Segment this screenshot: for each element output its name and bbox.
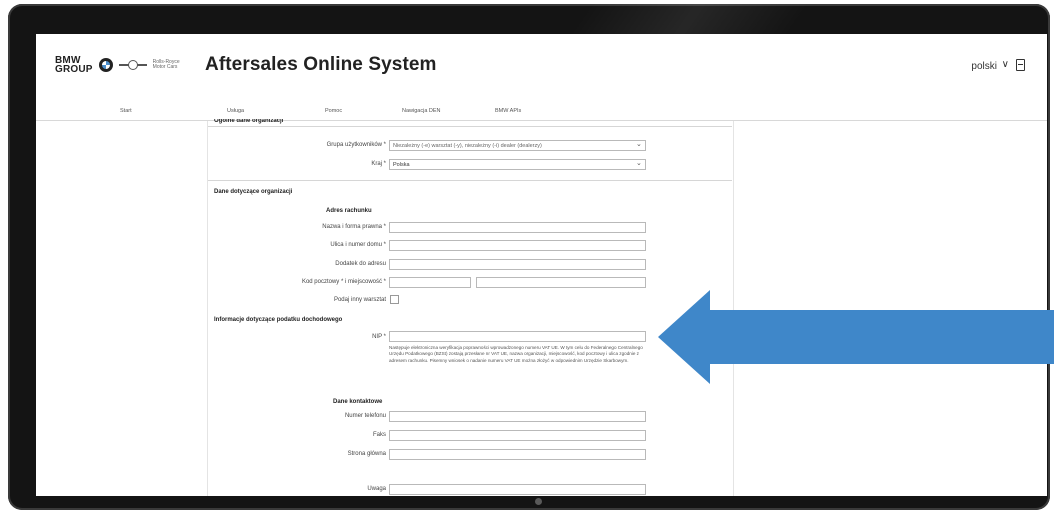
city-input[interactable] [476, 277, 646, 288]
address-extra-input[interactable] [389, 259, 646, 270]
country-label: Kraj * [371, 161, 386, 167]
chevron-down-icon: ⌄ [636, 141, 642, 148]
company-name-input[interactable] [389, 222, 646, 233]
nav-item-bmw-apis[interactable]: BMW APIs [495, 108, 521, 114]
note-input[interactable] [389, 484, 646, 495]
billing-address-heading: Adres rachunku [326, 208, 372, 214]
street-input[interactable] [389, 240, 646, 251]
fax-input[interactable] [389, 430, 646, 441]
country-select[interactable]: Polska [389, 159, 646, 170]
other-workshop-label: Podaj inny warsztat [333, 297, 386, 303]
user-group-select[interactable]: Niezależny (-e) warsztat (-y), niezależn… [389, 140, 646, 151]
address-extra-label: Dodatek do adresu [335, 261, 386, 267]
rolls-royce-logo-icon: Rolls-Royce Motor Cars [152, 59, 180, 70]
phone-input[interactable] [389, 411, 646, 422]
app-title: Aftersales Online System [205, 54, 437, 75]
contact-heading: Dane kontaktowe [333, 399, 383, 405]
webcam-icon [535, 498, 542, 505]
pointer-arrow-icon [658, 290, 1054, 384]
nav-item-service[interactable]: Usługa [227, 108, 244, 114]
organization-section-heading: Dane dotyczące organizacji [214, 189, 293, 195]
chevron-down-icon[interactable]: ∨ [1002, 59, 1009, 70]
bmw-group-logo: BMW GROUP [55, 55, 93, 75]
company-name-label: Nazwa i forma prawna * [322, 224, 386, 230]
column-divider-left [207, 121, 208, 496]
logout-icon[interactable] [1016, 59, 1025, 71]
nip-help-text: Następuje elektroniczna weryfikacja popr… [389, 345, 643, 363]
screen-glare [569, 4, 811, 34]
nav-item-help[interactable]: Pomoc [325, 108, 342, 114]
note-label: Uwaga [367, 486, 386, 492]
brand-logos: BMW GROUP Rolls-Royce Motor Cars [55, 55, 183, 75]
general-section-heading: Ogólne dane organizacji [214, 119, 284, 124]
chevron-down-icon: ⌄ [636, 160, 642, 167]
bmw-roundel-icon [98, 58, 113, 72]
postal-city-label: Kod pocztowy * i miejscowość * [301, 279, 386, 285]
website-input[interactable] [389, 449, 646, 460]
main-nav: Start Usługa Pomoc Nawigacja DEN BMW API… [36, 106, 1047, 121]
nip-input[interactable] [389, 331, 646, 342]
website-label: Strona główna [347, 451, 386, 457]
street-label: Ulica i numer domu * [330, 242, 386, 248]
nip-label: NIP * [372, 334, 386, 340]
browser-screen: BMW GROUP Rolls-Royce Motor Cars Aftersal… [36, 34, 1047, 496]
phone-label: Numer telefonu [344, 413, 386, 419]
other-workshop-checkbox[interactable] [390, 295, 399, 304]
user-group-label: Grupa użytkowników * [326, 142, 386, 148]
mini-logo-icon [118, 60, 147, 70]
nav-item-start[interactable]: Start [120, 108, 132, 114]
postal-code-input[interactable] [389, 277, 471, 288]
section-divider [208, 126, 732, 127]
language-selector[interactable]: polski [971, 61, 997, 72]
fax-label: Faks [372, 432, 386, 438]
section-divider [208, 180, 732, 181]
tax-section-heading: Informacje dotyczące podatku dochodowego [214, 317, 343, 323]
nav-item-den[interactable]: Nawigacja DEN [402, 108, 441, 114]
